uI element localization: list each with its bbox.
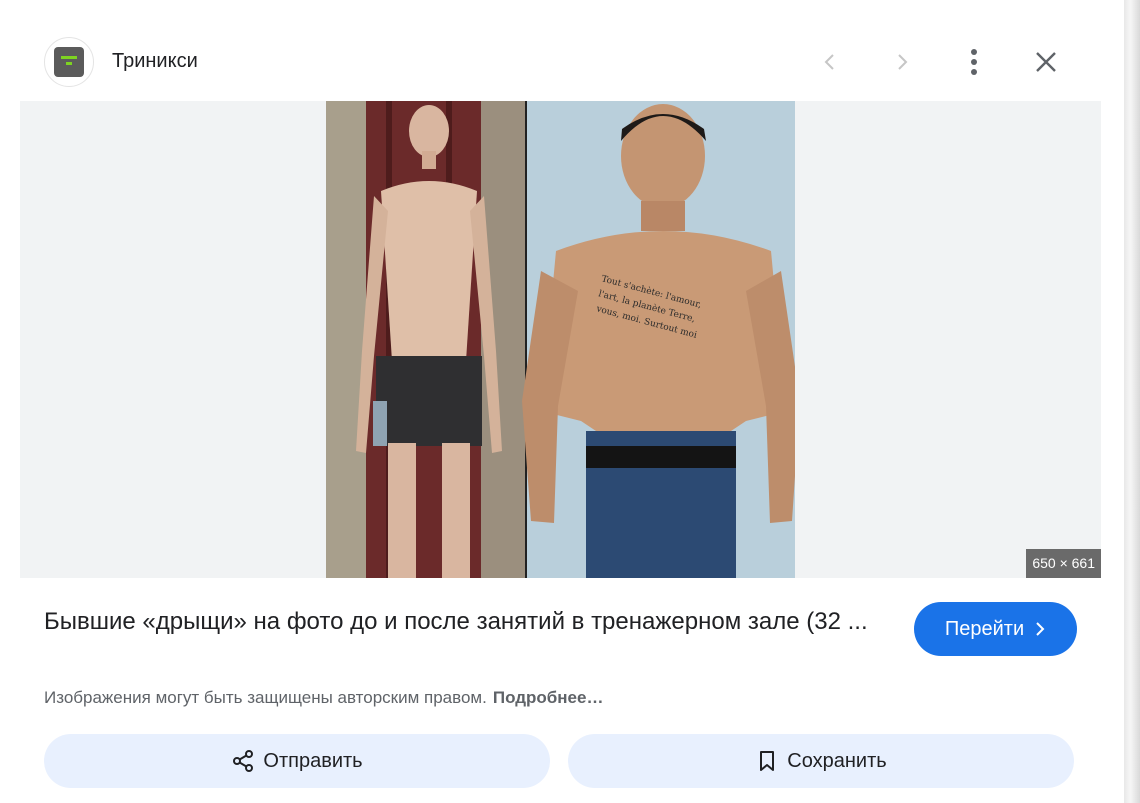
chevron-left-icon — [824, 54, 834, 70]
save-button[interactable]: Сохранить — [568, 734, 1074, 788]
chevron-right-icon — [898, 54, 908, 70]
share-button[interactable]: Отправить — [44, 734, 550, 788]
preview-header: Триникси — [0, 0, 1124, 100]
visit-button[interactable]: Перейти — [914, 602, 1077, 656]
site-favicon-icon — [54, 47, 84, 77]
save-label: Сохранить — [787, 749, 887, 772]
site-name[interactable]: Триникси — [112, 50, 198, 73]
more-vert-icon — [971, 49, 977, 75]
chevron-right-icon — [1036, 622, 1045, 636]
result-title[interactable]: Бывшие «дрыщи» на фото до и после заняти… — [44, 605, 894, 639]
visit-button-label: Перейти — [944, 617, 1025, 640]
site-logo[interactable] — [44, 37, 94, 87]
close-button[interactable] — [1022, 38, 1070, 86]
copyright-notice: Изображения могут быть защищены авторски… — [44, 688, 603, 708]
share-label: Отправить — [263, 749, 363, 772]
copyright-text: Изображения могут быть защищены авторски… — [44, 688, 487, 707]
bookmark-icon — [760, 751, 775, 771]
share-icon — [233, 750, 254, 772]
image-preview-panel: Триникси Tout s'achète: l'amour, l'art, … — [0, 0, 1124, 803]
close-icon — [1036, 52, 1056, 72]
previous-button[interactable] — [806, 38, 854, 86]
page-edge — [1124, 0, 1140, 803]
image-dimensions: 650 × 661 — [1026, 549, 1101, 578]
next-button[interactable] — [878, 38, 926, 86]
preview-image[interactable]: Tout s'achète: l'amour, l'art, la planèt… — [326, 101, 795, 578]
image-preview-area: Tout s'achète: l'amour, l'art, la planèt… — [20, 101, 1101, 578]
more-options-button[interactable] — [950, 38, 998, 86]
learn-more-link[interactable]: Подробнее… — [493, 688, 604, 707]
